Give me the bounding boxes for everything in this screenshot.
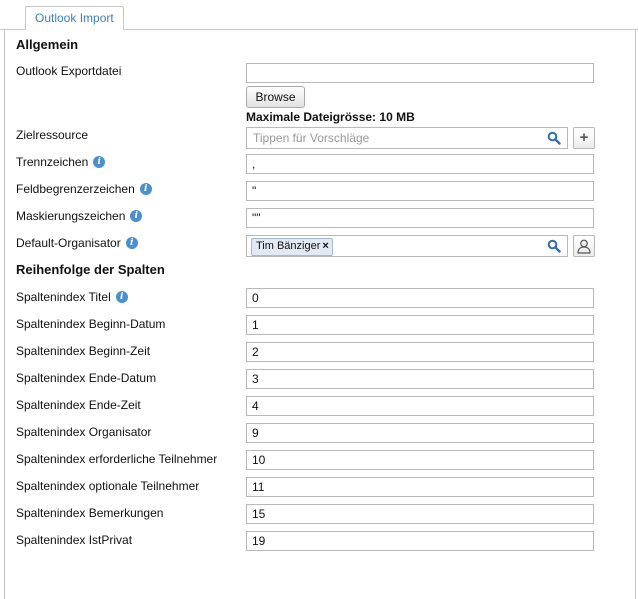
column-required-attendees-label: Spaltenindex erforderliche Teilnehmer xyxy=(16,452,218,466)
separator-field[interactable] xyxy=(246,154,594,174)
target-resource-label: Zielressource xyxy=(16,128,89,142)
column-end-date-field[interactable] xyxy=(246,369,594,389)
column-is-private-field[interactable] xyxy=(246,531,594,551)
column-optional-attendees-label: Spaltenindex optionale Teilnehmer xyxy=(16,479,200,493)
tab-outlook-import[interactable]: Outlook Import xyxy=(25,6,124,30)
separator-label: Trennzeichen i xyxy=(16,154,106,170)
column-title-label: Spaltenindex Titel i xyxy=(16,289,128,305)
column-start-time-label: Spaltenindex Beginn-Zeit xyxy=(16,344,151,358)
remove-chip-icon[interactable]: × xyxy=(322,240,328,252)
column-end-time-field[interactable] xyxy=(246,396,594,416)
section-title-columns: Reihenfolge der Spalten xyxy=(16,262,165,277)
info-icon[interactable]: i xyxy=(130,210,143,222)
tab-bar: Outlook Import xyxy=(0,0,638,30)
organizer-chip: Tim Bänziger × xyxy=(251,238,333,256)
column-required-attendees-field[interactable] xyxy=(246,450,594,470)
select-person-button[interactable] xyxy=(573,235,595,257)
browse-button[interactable]: Browse xyxy=(246,86,305,108)
field-delimiter-label: Feldbegrenzerzeichen i xyxy=(16,181,152,197)
info-icon[interactable]: i xyxy=(139,183,152,195)
export-file-label: Outlook Exportdatei xyxy=(16,64,122,78)
column-is-private-label: Spaltenindex IstPrivat xyxy=(16,533,133,547)
export-file-field[interactable] xyxy=(246,63,594,83)
default-organizer-search[interactable]: Tim Bänziger × xyxy=(246,235,568,257)
target-resource-search[interactable]: Tippen für Vorschläge xyxy=(246,127,568,149)
column-end-time-label: Spaltenindex Ende-Zeit xyxy=(16,398,141,412)
column-end-date-label: Spaltenindex Ende-Datum xyxy=(16,371,157,385)
escape-char-field[interactable] xyxy=(246,208,594,228)
column-optional-attendees-field[interactable] xyxy=(246,477,594,497)
column-start-time-field[interactable] xyxy=(246,342,594,362)
column-title-field[interactable] xyxy=(246,288,594,308)
column-organizer-field[interactable] xyxy=(246,423,594,443)
column-organizer-label: Spaltenindex Organisator xyxy=(16,425,152,439)
column-notes-field[interactable] xyxy=(246,504,594,524)
section-title-general: Allgemein xyxy=(16,37,79,52)
info-icon[interactable]: i xyxy=(125,237,138,249)
column-start-date-field[interactable] xyxy=(246,315,594,335)
escape-char-label: Maskierungszeichen i xyxy=(16,208,143,224)
default-organizer-label: Default-Organisator i xyxy=(16,235,138,251)
info-icon[interactable]: i xyxy=(115,291,128,303)
plus-icon: + xyxy=(579,129,589,146)
search-icon[interactable] xyxy=(547,239,561,253)
target-resource-placeholder: Tippen für Vorschläge xyxy=(253,131,370,145)
max-file-size-text: Maximale Dateigrösse: 10 MB xyxy=(246,110,415,124)
column-start-date-label: Spaltenindex Beginn-Datum xyxy=(16,317,166,331)
field-delimiter-field[interactable] xyxy=(246,181,594,201)
person-icon xyxy=(577,239,591,254)
info-icon[interactable]: i xyxy=(93,156,106,168)
add-resource-button[interactable]: + xyxy=(573,127,595,149)
column-notes-label: Spaltenindex Bemerkungen xyxy=(16,506,164,520)
search-icon[interactable] xyxy=(547,131,561,145)
